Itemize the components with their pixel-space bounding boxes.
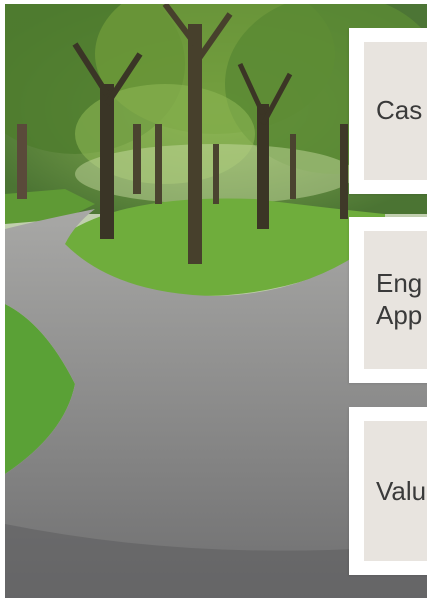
card-2-label-line2: App — [376, 300, 423, 330]
card-1-panel: Cas — [364, 42, 427, 180]
slide: Cas Eng App Valu — [0, 0, 427, 600]
card-2-label-line1: Eng — [376, 268, 423, 298]
card-1[interactable]: Cas — [349, 28, 427, 194]
card-2-panel: Eng App — [364, 231, 427, 369]
card-1-label: Cas — [376, 95, 423, 125]
card-3-panel: Valu — [364, 421, 427, 561]
card-3[interactable]: Valu — [349, 407, 427, 575]
card-3-label: Valu — [376, 476, 427, 506]
card-2[interactable]: Eng App — [349, 217, 427, 383]
